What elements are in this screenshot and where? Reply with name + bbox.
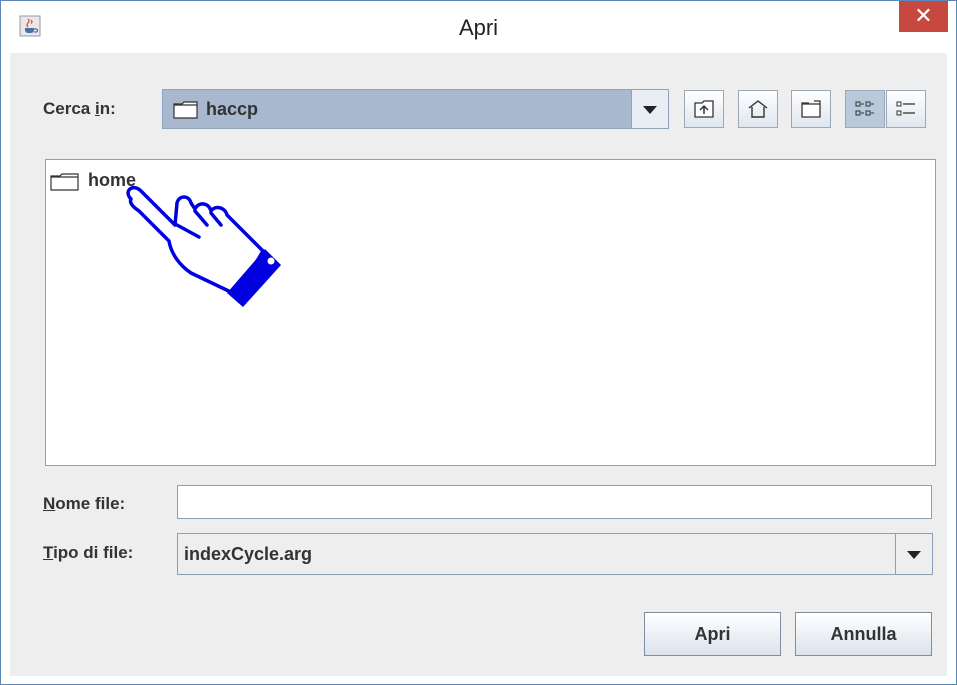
open-dialog: Apri ✕ Cerca in: haccp home Nome file: T… [0,0,957,685]
list-view-icon [855,101,874,116]
window-title: Apri [458,15,499,40]
look-in-label: Cerca in: [43,99,116,118]
close-icon: ✕ [914,3,933,28]
file-type-value: indexCycle.arg [184,544,313,564]
file-type-label: Tipo di file: [43,543,134,562]
look-in-dropdown-button[interactable] [631,90,668,128]
details-view-button[interactable] [886,90,926,128]
file-name-label: Nome file: [43,494,126,513]
chevron-down-icon [643,106,657,114]
list-view-button[interactable] [845,90,885,128]
look-in-combo[interactable]: haccp [162,89,669,129]
folder-icon [173,101,198,119]
close-button[interactable]: ✕ [899,1,948,32]
up-one-level-button[interactable] [684,90,724,128]
pointing-hand-cursor-icon [126,186,281,307]
title-bar[interactable]: Apri ✕ [1,1,956,53]
dialog-body: Cerca in: haccp home Nome file: Tipo di … [10,53,947,676]
file-name-field[interactable] [177,485,932,519]
cancel-button[interactable]: Annulla [795,612,932,656]
home-icon [748,100,768,118]
folder-up-icon [694,100,714,118]
file-type-combo[interactable]: indexCycle.arg [177,533,933,575]
file-type-dropdown-button[interactable] [895,534,932,574]
home-button[interactable] [738,90,778,128]
details-view-icon [896,101,915,116]
new-folder-icon [801,100,821,118]
chevron-down-icon [907,551,921,559]
look-in-value: haccp [206,99,259,119]
folder-icon [50,173,79,191]
open-button[interactable]: Apri [644,612,781,656]
new-folder-button[interactable] [791,90,831,128]
